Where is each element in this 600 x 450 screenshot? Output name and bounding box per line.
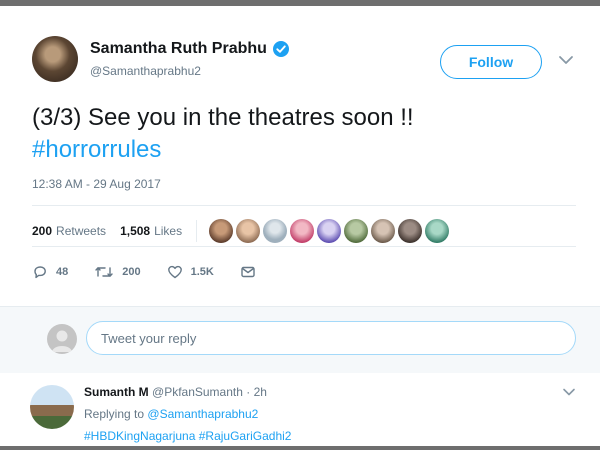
reply-count: 48 xyxy=(56,266,69,278)
tweet-body: (3/3) See you in the theatres soon !! xyxy=(32,104,414,131)
reply-author-name[interactable]: Sumanth M xyxy=(84,385,149,399)
bottom-edge xyxy=(0,446,600,450)
retweets-count: 200 xyxy=(32,224,53,238)
author-handle[interactable]: @Samanthaprabhu2 xyxy=(90,64,201,78)
reply-action[interactable]: 48 xyxy=(32,264,68,280)
liker-avatar[interactable] xyxy=(263,219,288,243)
heart-icon xyxy=(167,265,182,279)
like-action[interactable]: 1.5K xyxy=(167,264,214,280)
current-user-avatar xyxy=(47,324,77,354)
reply-author-avatar[interactable] xyxy=(30,385,74,429)
direct-message-action[interactable] xyxy=(240,264,256,280)
retweets-label: Retweets xyxy=(56,224,107,238)
retweets-stat[interactable]: 200 Retweets xyxy=(32,224,106,238)
liker-avatar[interactable] xyxy=(371,219,396,243)
reply-time[interactable]: 2h xyxy=(254,385,267,399)
hashtag-link[interactable]: #horrorrules xyxy=(32,134,572,166)
follow-button[interactable]: Follow xyxy=(440,45,542,79)
reply-input[interactable] xyxy=(86,321,576,355)
reply-tweet: Sumanth M @PkfanSumanth · 2h Replying to… xyxy=(0,373,600,450)
author-name[interactable]: Samantha Ruth Prabhu xyxy=(90,40,267,58)
default-user-icon xyxy=(52,330,72,352)
replying-to: Replying to @Samanthaprabhu2 xyxy=(84,407,258,421)
retweet-count: 200 xyxy=(122,266,141,278)
liker-avatar[interactable] xyxy=(236,219,261,243)
verified-badge-icon xyxy=(272,41,289,57)
replying-to-label: Replying to xyxy=(84,407,145,421)
tweet-text: (3/3) See you in the theatres soon !! #h… xyxy=(32,102,572,166)
author-avatar[interactable] xyxy=(32,36,78,82)
tweet-actions: 48 200 1.5K xyxy=(32,264,282,280)
reply-hashtags[interactable]: #HBDKingNagarjuna #RajuGariGadhi2 xyxy=(84,429,291,443)
liker-avatar[interactable] xyxy=(344,219,369,243)
liker-avatars xyxy=(209,219,450,243)
likes-stat[interactable]: 1,508 Likes xyxy=(120,224,182,238)
liker-avatar[interactable] xyxy=(290,219,315,243)
divider xyxy=(32,246,576,247)
stats-divider xyxy=(196,220,198,242)
likes-label: Likes xyxy=(154,224,183,238)
liker-avatar[interactable] xyxy=(209,219,234,243)
author-name-row: Samantha Ruth Prabhu xyxy=(90,40,289,58)
reply-composer xyxy=(0,306,600,374)
liker-avatar[interactable] xyxy=(398,219,423,243)
reply-author-row: Sumanth M @PkfanSumanth · 2h xyxy=(84,385,267,399)
likes-count: 1,508 xyxy=(120,224,151,238)
retweet-action[interactable]: 200 xyxy=(94,264,141,280)
liker-avatar[interactable] xyxy=(317,219,342,243)
chevron-down-icon[interactable] xyxy=(558,54,574,66)
like-count: 1.5K xyxy=(190,266,214,278)
reply-author-handle[interactable]: @PkfanSumanth xyxy=(152,385,243,399)
reply-icon xyxy=(34,266,46,279)
replying-to-handle[interactable]: @Samanthaprabhu2 xyxy=(147,407,258,421)
tweet-stats: 200 Retweets 1,508 Likes xyxy=(32,219,450,243)
tweet-timestamp[interactable]: 12:38 AM - 29 Aug 2017 xyxy=(32,177,161,191)
direct-message-icon xyxy=(241,266,255,278)
chevron-down-icon[interactable] xyxy=(562,387,576,397)
tweet-card: Samantha Ruth Prabhu @Samanthaprabhu2 Fo… xyxy=(0,6,600,303)
divider xyxy=(32,205,576,206)
retweet-icon xyxy=(95,267,113,277)
liker-avatar[interactable] xyxy=(425,219,450,243)
reply-separator: · xyxy=(246,385,251,399)
